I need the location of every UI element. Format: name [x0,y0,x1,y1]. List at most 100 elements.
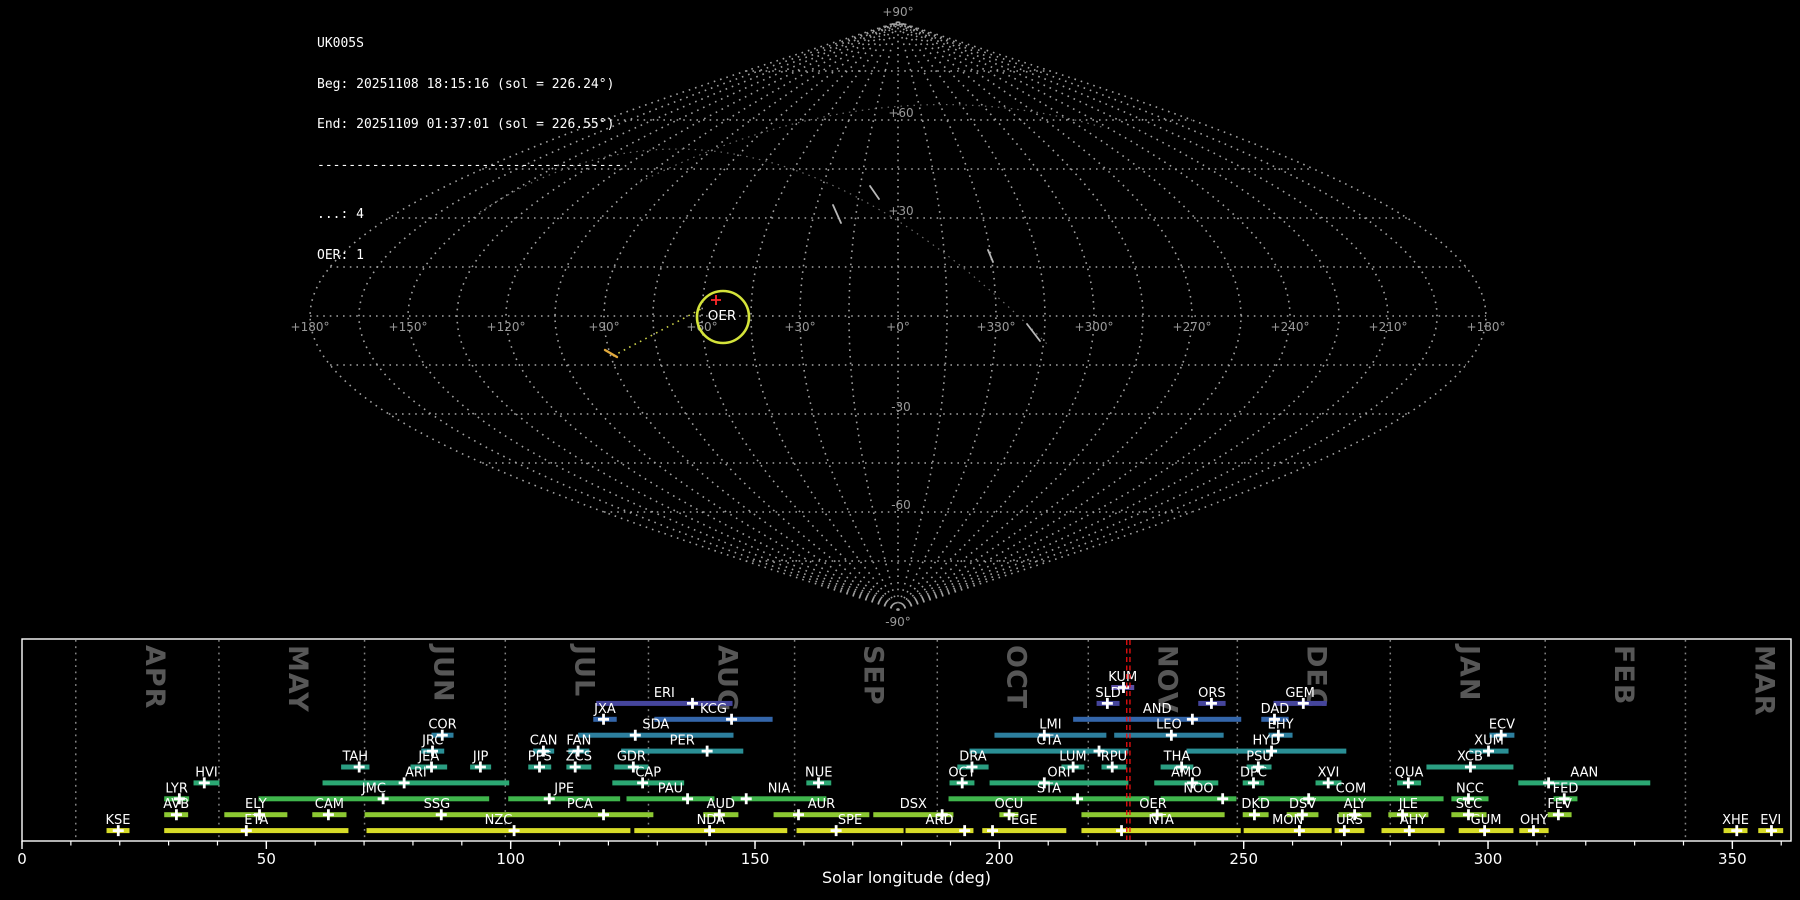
shower-label-AHY: AHY [1400,813,1427,828]
peak-marker-PER [702,746,713,757]
shower-bar-MON [1244,828,1332,833]
map-meridian--60 [898,22,1094,610]
map-lon-label-11: +210° [1369,320,1408,334]
shower-bar-PAU [626,796,714,801]
map-lat-label--30: -30 [891,400,911,414]
shower-label-SSG: SSG [424,797,451,812]
peak-marker-NOO [1217,793,1228,804]
meteor-trail-unidentified-3 [870,186,879,199]
count-unidentified: ...: 4 [317,208,622,222]
month-label-MAR: MAR [1748,645,1779,717]
x-tick-label-150: 150 [741,850,770,868]
shower-label-EGE: EGE [1011,813,1038,828]
peak-marker-PCA [598,809,609,820]
month-label-FEB: FEB [1608,645,1639,705]
shower-bar-PCA [506,812,653,817]
shower-label-AUD: AUD [707,797,735,812]
shower-label-NTA: NTA [1148,813,1174,828]
shower-label-KCG: KCG [700,702,727,717]
count-oer: OER: 1 [317,249,622,263]
shower-bar-NTA [1081,828,1240,833]
month-label-OCT: OCT [1000,645,1031,709]
map-lon-label-12: +180° [1467,320,1506,334]
map-lon-label-10: +240° [1271,320,1310,334]
radiant-label: OER [708,308,737,324]
separator-line: --------------------------------------- [317,159,622,173]
peak-marker-STA [1072,793,1083,804]
shower-label-PAU: PAU [658,781,683,796]
shower-bar-NZC [367,828,631,833]
map-pole-label-south: -90° [885,615,911,629]
session-begin: Beg: 20251108 18:15:16 (sol = 226.24°) [317,78,622,92]
peak-marker-PAU [682,793,693,804]
x-tick-label-100: 100 [496,850,525,868]
shower-label-NCC: NCC [1456,781,1484,796]
map-lon-label-1: +150° [389,320,428,334]
shower-label-CTA: CTA [1036,734,1061,749]
x-tick-label-350: 350 [1718,850,1747,868]
shower-label-ELY: ELY [245,797,267,812]
shower-bar-SPE [797,828,904,833]
shower-label-AND: AND [1143,702,1172,717]
map-lat-label-60: +60 [888,106,913,120]
app-window: +90°-90°+180°+150°+120°+90°+60°+30°+0°+3… [0,0,1800,900]
shower-bar-JMC [259,796,490,801]
peak-marker-NTA [1116,825,1127,836]
shower-label-SDA: SDA [642,718,669,733]
shower-label-JPE: JPE [553,781,574,796]
month-label-SEP: SEP [858,645,889,706]
map-lon-label-0: +180° [291,320,330,334]
shower-bar-ARI [323,780,510,785]
peak-marker-ARD [959,825,970,836]
x-tick-label-250: 250 [1229,850,1258,868]
shower-label-EHY: EHY [1268,718,1294,733]
shower-label-OER: OER [1139,797,1166,812]
shower-label-ZCS: ZCS [566,750,592,765]
x-tick-label-50: 50 [257,850,276,868]
shower-label-ORI: ORI [1047,765,1070,780]
shower-label-PCA: PCA [567,797,593,812]
radiant-cross-icon [711,295,721,305]
shower-label-RPU: RPU [1101,750,1127,765]
peak-marker-KCG [726,714,737,725]
map-meridian--165 [898,22,1437,610]
shower-label-GEM: GEM [1285,686,1315,701]
shower-bar-KCG [654,717,772,722]
shower-label-STA: STA [1037,781,1061,796]
month-label-APR: APR [139,645,170,709]
shower-label-GDR: GDR [617,750,646,765]
x-tick-label-300: 300 [1474,850,1503,868]
peak-marker-ERI [687,698,698,709]
shower-label-JEA: JEA [417,750,439,765]
shower-label-TAH: TAH [341,750,368,765]
map-lat-label-30: +30 [888,204,913,218]
shower-label-LMI: LMI [1039,718,1061,733]
shower-bar-AAN [1518,780,1650,785]
map-lon-label-6: +0° [886,320,910,334]
peak-marker-NIA [741,793,752,804]
month-label-JUL: JUL [568,643,599,697]
meteor-trail-unidentified-0 [833,205,841,223]
month-label-JUN: JUN [428,643,459,703]
x-axis-title: Solar longitude (deg) [822,868,991,887]
map-meridian--75 [898,22,1143,610]
shower-bar-ETA [164,828,348,833]
plot-canvas: +90°-90°+180°+150°+120°+90°+60°+30°+0°+3… [0,0,1800,900]
meteor-great-circle-1 [640,105,1105,182]
shower-bar-JPE [508,796,620,801]
shower-label-LYR: LYR [165,781,188,796]
meteor-trail-unidentified-2 [1027,324,1040,341]
shower-label-THA: THA [1163,750,1191,765]
map-pole-label-north: +90° [882,5,913,19]
peak-marker-JPE [544,793,555,804]
shower-label-HYD: HYD [1253,734,1281,749]
shower-label-NZC: NZC [485,813,513,828]
shower-label-LEO: LEO [1156,718,1182,733]
map-meridian--90 [898,22,1192,610]
map-meridian-75 [653,22,898,610]
shower-label-DSX: DSX [900,797,927,812]
shower-label-ARI: ARI [405,765,427,780]
shower-label-COM: COM [1336,781,1367,796]
peak-marker-AND [1187,714,1198,725]
shower-label-URS: URS [1336,813,1363,828]
